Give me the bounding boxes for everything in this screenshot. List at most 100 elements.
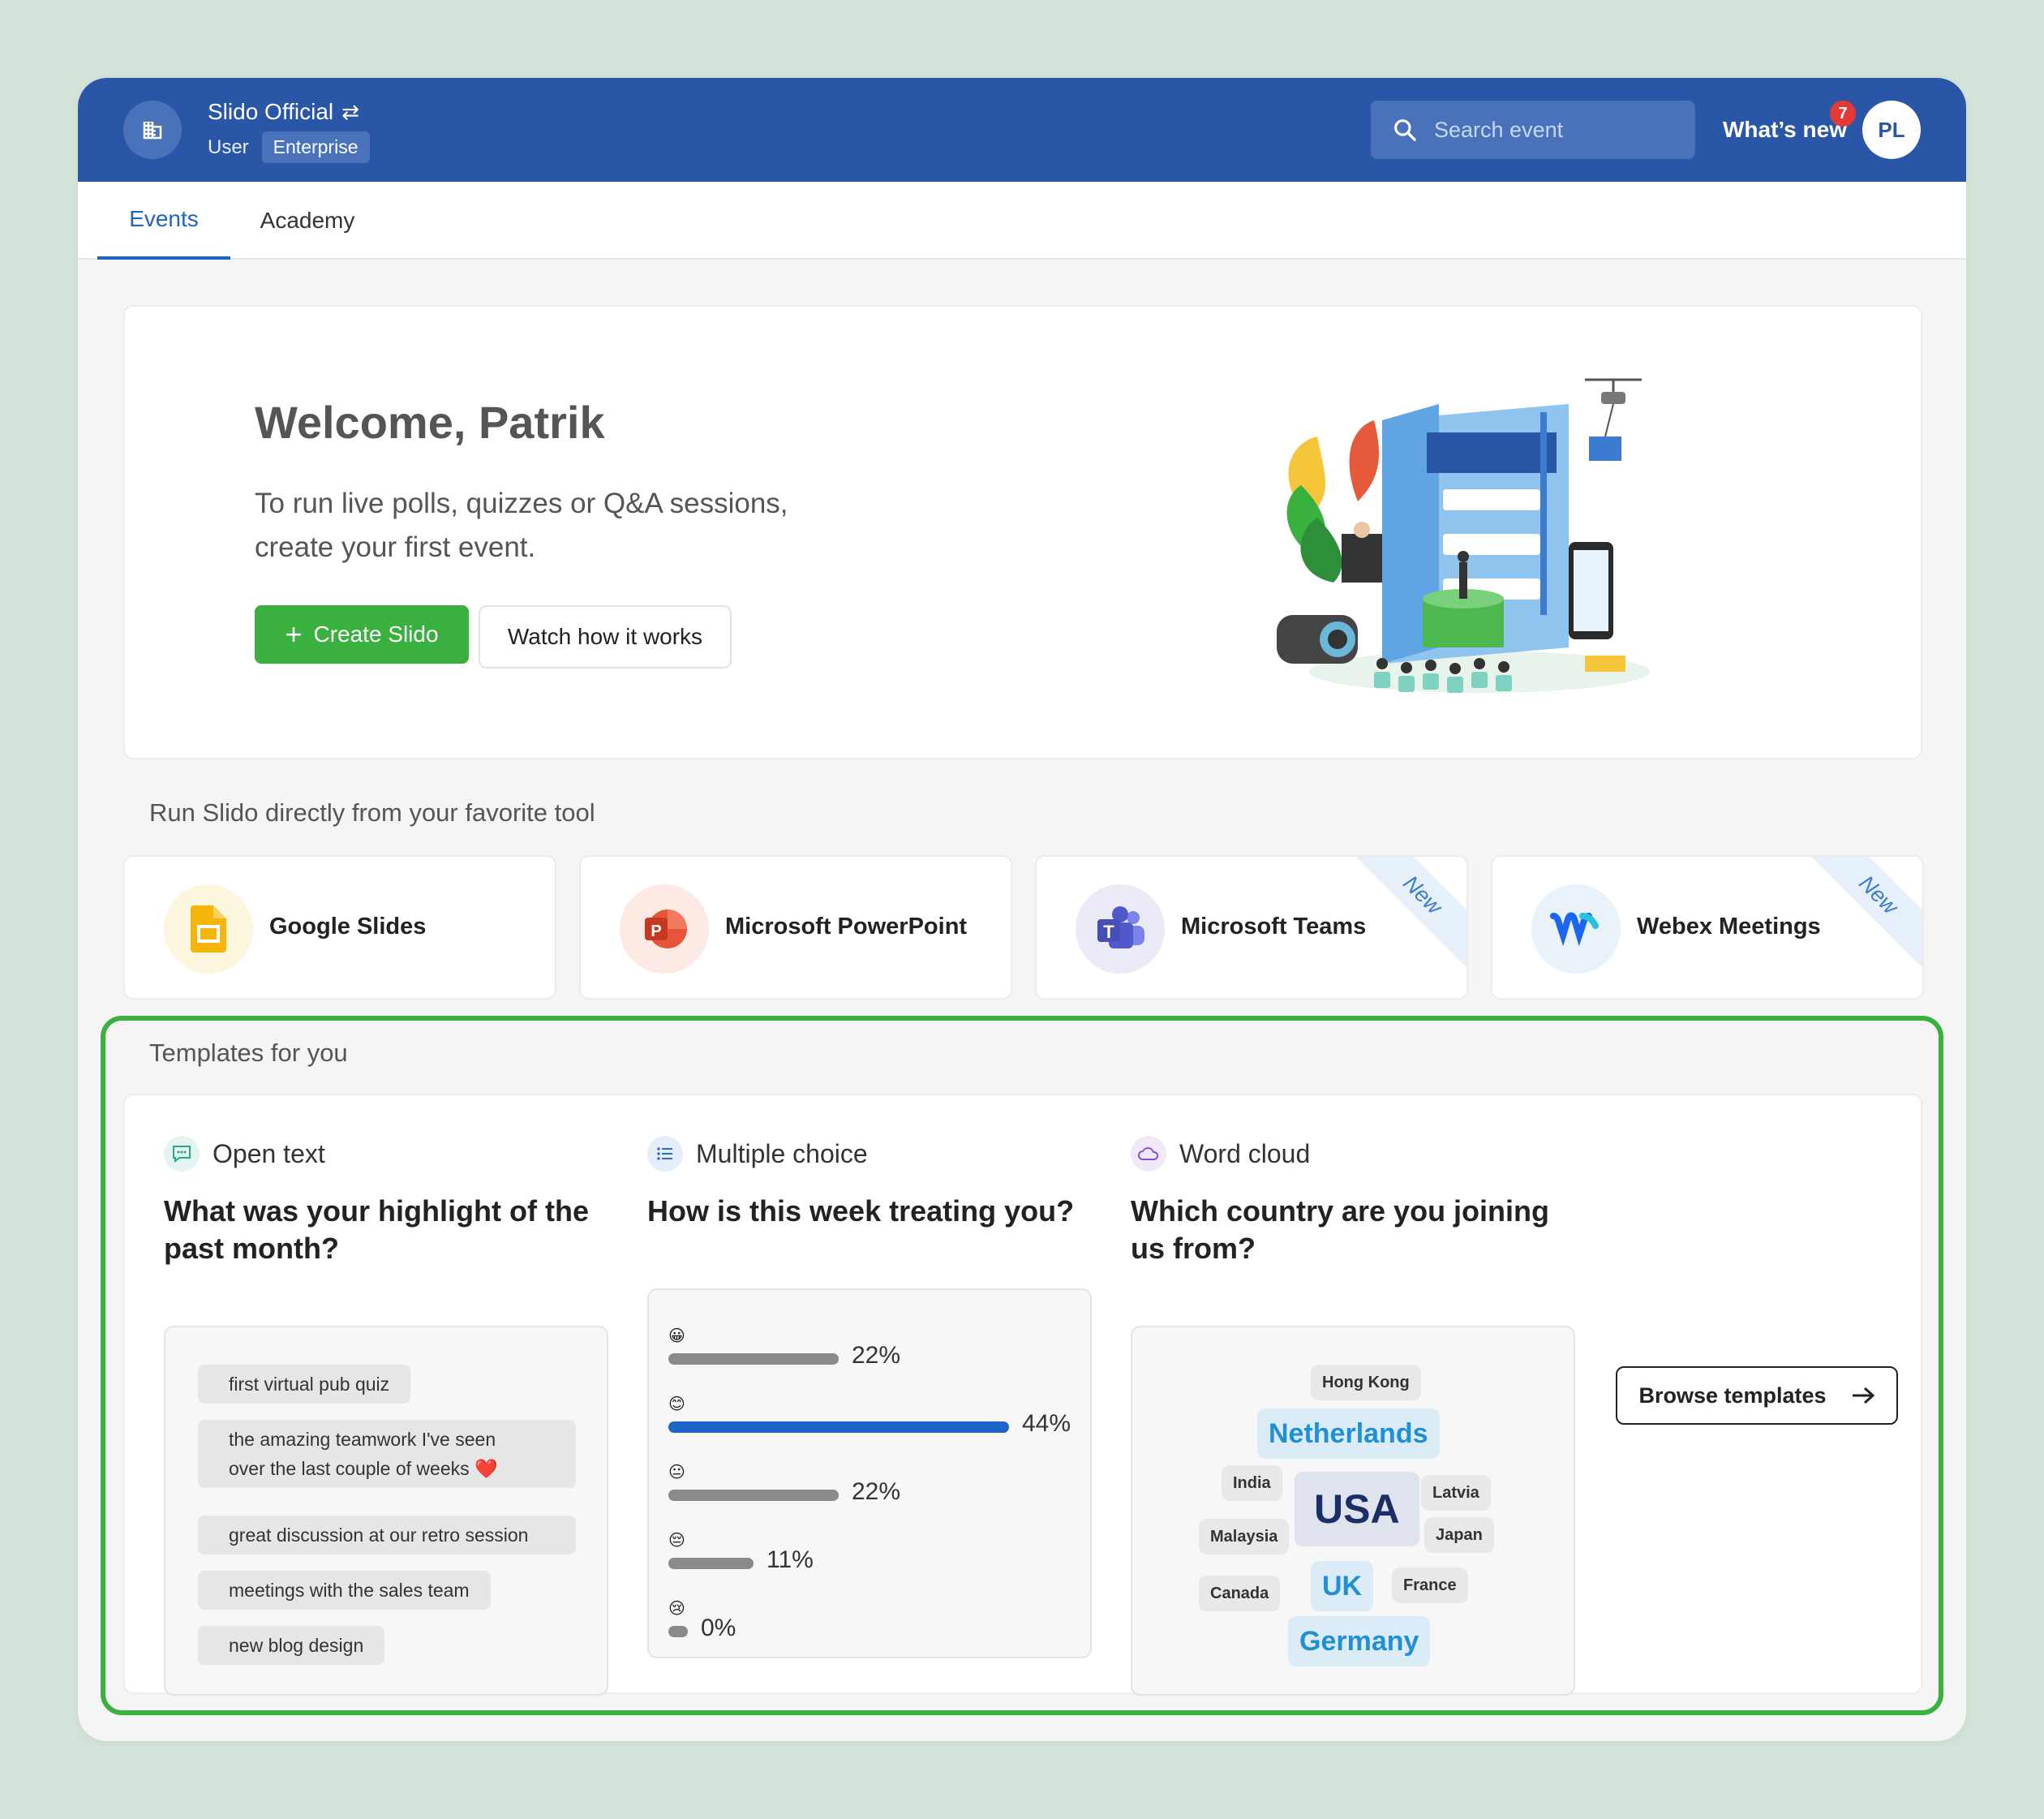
create-slido-label: Create Slido <box>313 621 439 647</box>
word-cloud-word: Malaysia <box>1199 1519 1290 1555</box>
option-percent: 44% <box>1022 1410 1071 1437</box>
emoji-icon: 😀 <box>668 1327 685 1345</box>
option-bar <box>668 1353 839 1365</box>
template-type: Word cloud <box>1131 1136 1575 1172</box>
whats-new-link[interactable]: What’s new <box>1723 117 1847 143</box>
teams-icon: T <box>1076 884 1165 974</box>
template-type-label: Multiple choice <box>696 1138 868 1168</box>
option-row: 😐 22% <box>668 1462 1074 1519</box>
tool-powerpoint[interactable]: P Microsoft PowerPoint <box>579 855 1012 1000</box>
open-text-preview: first virtual pub quiz the amazing teamw… <box>164 1326 608 1696</box>
org-name: Slido Official <box>208 99 334 124</box>
cloud-icon <box>1131 1136 1166 1172</box>
browse-templates-label: Browse templates <box>1638 1383 1827 1408</box>
tool-label: Google Slides <box>269 914 427 940</box>
option-row: 😀 22% <box>668 1326 1074 1383</box>
templates-card: Open text What was your highlight of the… <box>123 1094 1922 1696</box>
template-type-label: Word cloud <box>1179 1138 1311 1168</box>
word-cloud-word: Canada <box>1199 1576 1281 1611</box>
answer-bubble: meetings with the sales team <box>198 1571 491 1610</box>
tool-teams[interactable]: T Microsoft Teams New <box>1035 855 1468 1000</box>
templates-title: Templates for you <box>149 1039 348 1067</box>
option-bar <box>668 1626 688 1637</box>
word-cloud-word: Germany <box>1288 1616 1431 1666</box>
new-ribbon: New <box>1806 857 1922 967</box>
template-question: What was your highlight of the past mont… <box>164 1194 589 1265</box>
template-type-label: Open text <box>213 1138 325 1168</box>
template-type: Open text <box>164 1136 608 1172</box>
multiple-choice-preview: 😀 22% 😊 44% 😐 22% 😔 11% 😢 0% <box>647 1288 1092 1658</box>
option-row: 😔 11% <box>668 1530 1074 1587</box>
browse-templates-button[interactable]: Browse templates <box>1616 1366 1898 1425</box>
emoji-icon: 😢 <box>668 1600 685 1618</box>
word-cloud-word: Netherlands <box>1257 1408 1440 1459</box>
chat-icon <box>164 1136 200 1172</box>
emoji-icon: 😐 <box>668 1464 685 1481</box>
answer-line-1: the amazing teamwork I've seen <box>229 1429 496 1450</box>
powerpoint-icon: P <box>620 884 709 974</box>
template-question: How is this week treating you? <box>647 1194 1075 1228</box>
template-multiple-choice[interactable]: Multiple choice How is this week treatin… <box>647 1136 1092 1658</box>
answer-bubble: new blog design <box>198 1626 385 1665</box>
arrow-right-icon <box>1852 1387 1874 1404</box>
app-window: Slido Official ⇄ User Enterprise What’s … <box>78 78 1966 1741</box>
word-cloud-word: France <box>1392 1567 1468 1603</box>
user-role: User <box>208 135 249 158</box>
word-cloud-word: Hong Kong <box>1311 1365 1421 1400</box>
template-word-cloud[interactable]: Word cloud Which country are you joining… <box>1131 1136 1575 1696</box>
switch-icon: ⇄ <box>341 99 359 124</box>
org-role-row: User Enterprise <box>208 131 370 163</box>
webex-icon <box>1531 884 1621 974</box>
option-row: 😢 0% <box>668 1598 1074 1655</box>
plan-badge: Enterprise <box>261 131 370 163</box>
notification-badge: 7 <box>1830 101 1856 127</box>
word-cloud-word: India <box>1222 1465 1282 1501</box>
avatar[interactable]: PL <box>1862 101 1921 159</box>
template-type: Multiple choice <box>647 1136 1092 1172</box>
welcome-line-1: To run live polls, quizzes or Q&A sessio… <box>255 488 788 519</box>
option-percent: 22% <box>852 1478 901 1505</box>
option-percent: 11% <box>766 1546 814 1573</box>
tab-events[interactable]: Events <box>97 182 230 260</box>
option-percent: 22% <box>852 1342 901 1369</box>
watch-how-button[interactable]: Watch how it works <box>479 605 732 669</box>
tool-webex[interactable]: Webex Meetings New <box>1491 855 1924 1000</box>
event-illustration <box>1277 378 1650 693</box>
tool-google-slides[interactable]: Google Slides <box>123 855 556 1000</box>
word-cloud-word: USA <box>1295 1472 1419 1546</box>
google-slides-icon <box>164 884 253 974</box>
new-ribbon: New <box>1350 857 1466 967</box>
search-box[interactable] <box>1371 101 1695 159</box>
word-cloud-word: Japan <box>1424 1517 1494 1553</box>
answer-bubble: the amazing teamwork I've seen over the … <box>198 1420 576 1488</box>
tab-academy[interactable]: Academy <box>247 182 368 260</box>
tab-bar: Events Academy <box>78 182 1966 260</box>
word-cloud-preview: Hong Kong Netherlands India USA Latvia M… <box>1131 1326 1575 1696</box>
template-question: Which country are you joining us from? <box>1131 1194 1550 1265</box>
welcome-line-2: create your first event. <box>255 531 536 563</box>
plus-icon: + <box>285 617 303 651</box>
org-switcher[interactable]: Slido Official ⇄ <box>208 99 359 125</box>
svg-text:T: T <box>1103 922 1114 942</box>
svg-text:P: P <box>651 922 661 940</box>
option-bar <box>668 1421 1009 1433</box>
search-icon <box>1394 119 1416 141</box>
answer-line-2: over the last couple of weeks ❤️ <box>229 1458 498 1479</box>
option-bar <box>668 1558 754 1569</box>
answer-bubble: great discussion at our retro session <box>198 1516 576 1555</box>
emoji-icon: 😔 <box>668 1532 685 1550</box>
top-bar: Slido Official ⇄ User Enterprise What’s … <box>78 78 1966 182</box>
option-percent: 0% <box>701 1615 736 1641</box>
building-icon[interactable] <box>123 101 182 159</box>
tool-label: Microsoft PowerPoint <box>725 914 968 940</box>
answer-bubble: first virtual pub quiz <box>198 1365 411 1404</box>
list-icon <box>647 1136 683 1172</box>
option-bar <box>668 1490 839 1501</box>
search-input[interactable] <box>1434 117 1677 143</box>
template-open-text[interactable]: Open text What was your highlight of the… <box>164 1136 608 1696</box>
word-cloud-word: Latvia <box>1421 1475 1491 1511</box>
welcome-card: Welcome, Patrik To run live polls, quizz… <box>123 305 1922 759</box>
emoji-icon: 😊 <box>668 1395 685 1413</box>
welcome-title: Welcome, Patrik <box>255 397 605 448</box>
create-slido-button[interactable]: + Create Slido <box>255 605 469 664</box>
